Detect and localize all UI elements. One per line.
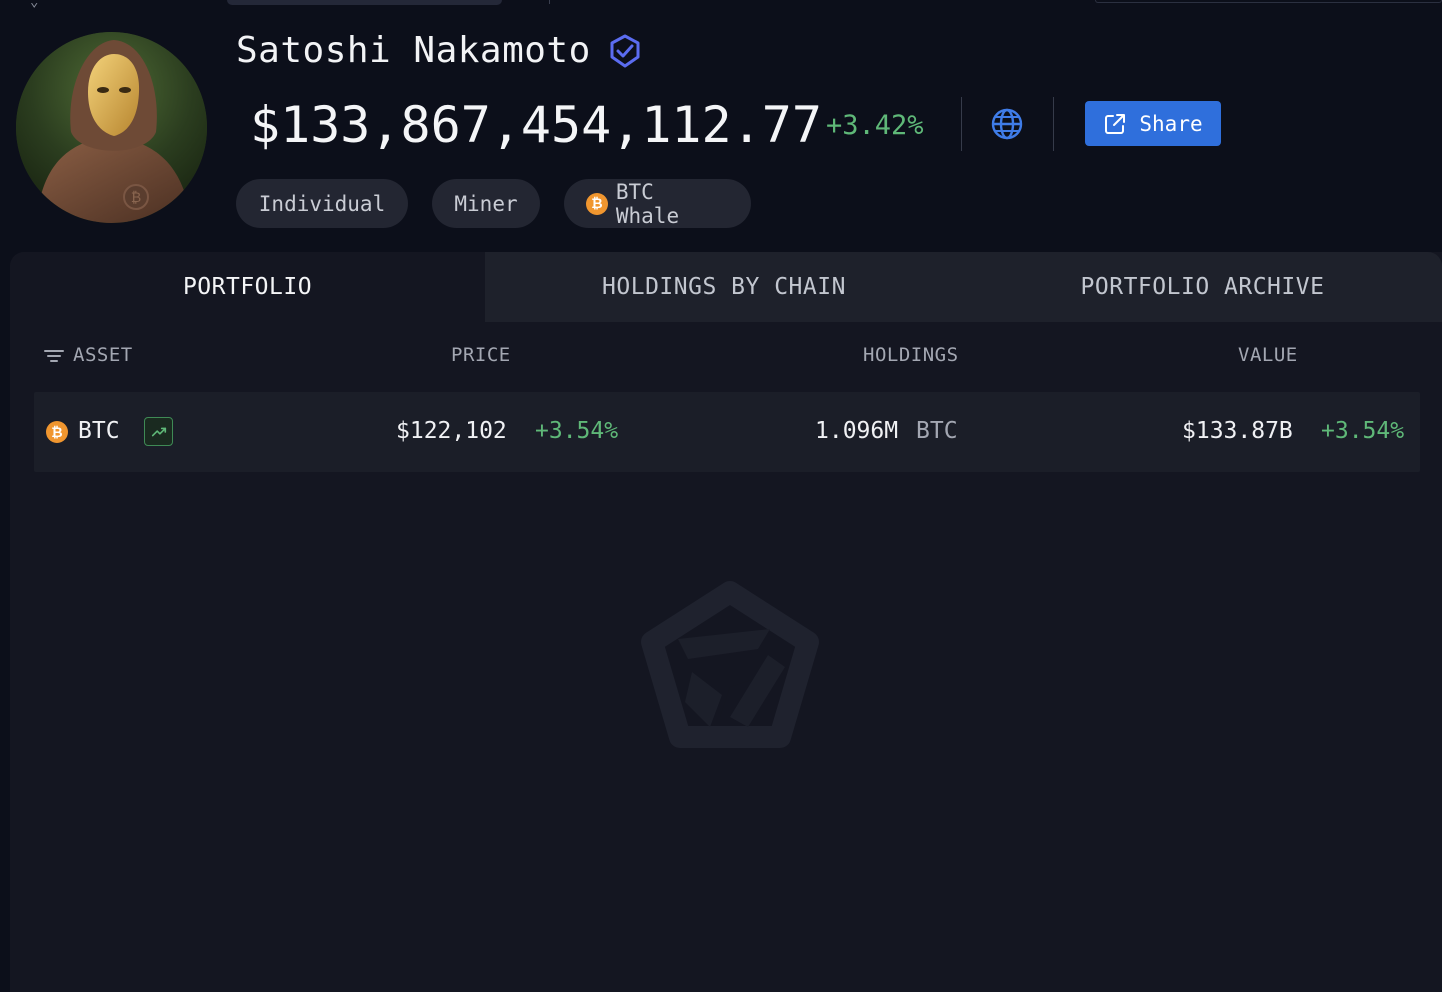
tab-bar: PORTFOLIO HOLDINGS BY CHAIN PORTFOLIO AR… [10, 252, 1442, 322]
price-change: +3.54% [535, 418, 619, 444]
svg-text:₿: ₿ [131, 190, 141, 206]
divider [1053, 97, 1054, 151]
tab-portfolio[interactable]: PORTFOLIO [10, 252, 485, 322]
trend-up-icon [151, 427, 166, 436]
external-link-icon [1105, 113, 1126, 134]
tab-label: HOLDINGS BY CHAIN [602, 274, 846, 300]
total-balance: $133,867,454,112.77 [250, 96, 822, 154]
tag-btc-whale[interactable]: ₿ BTC Whale [564, 179, 751, 228]
tag-label: Individual [258, 191, 386, 216]
top-nav-pill[interactable] [227, 0, 502, 5]
profile-header: Satoshi Nakamoto [236, 30, 643, 71]
asset-symbol[interactable]: BTC [78, 418, 120, 444]
filter-icon[interactable] [44, 348, 64, 364]
avatar: ₿ [16, 32, 207, 223]
divider [961, 97, 962, 151]
verified-badge-icon [610, 34, 640, 67]
arkham-logo-icon [641, 581, 819, 748]
tab-label: PORTFOLIO [182, 274, 313, 300]
holdings-symbol: BTC [916, 418, 958, 444]
asset-value: $133.87B [1182, 418, 1293, 444]
tab-label: PORTFOLIO ARCHIVE [1080, 274, 1325, 300]
avatar-image: ₿ [16, 32, 207, 223]
asset-holdings: 1.096M [815, 418, 899, 444]
search-input[interactable] [1095, 0, 1442, 3]
tag-individual[interactable]: Individual [236, 179, 408, 228]
column-header-value[interactable]: VALUE [1238, 344, 1298, 366]
share-label: Share [1139, 111, 1203, 136]
share-button[interactable]: Share [1085, 101, 1221, 146]
top-bar-remnant: ⌄ [0, 0, 1442, 10]
globe-icon[interactable] [989, 106, 1025, 142]
asset-price: $122,102 [396, 418, 507, 444]
tag-label: Miner [454, 191, 518, 216]
portfolio-panel: PORTFOLIO HOLDINGS BY CHAIN PORTFOLIO AR… [10, 252, 1442, 992]
column-header-holdings[interactable]: HOLDINGS [863, 344, 959, 366]
tab-holdings-by-chain[interactable]: HOLDINGS BY CHAIN [485, 252, 963, 322]
tag-label: BTC Whale [615, 179, 680, 228]
tag-list: Individual Miner ₿ BTC Whale [236, 179, 751, 228]
value-change: +3.54% [1321, 418, 1405, 444]
chart-button[interactable] [144, 417, 173, 446]
table-row[interactable]: ₿ BTC $122,102 +3.54% 1.096M BTC $133.87… [34, 392, 1420, 472]
chevron-down-icon[interactable]: ⌄ [30, 0, 38, 10]
column-header-asset[interactable]: ASSET [73, 344, 133, 366]
tag-miner[interactable]: Miner [432, 179, 540, 228]
bitcoin-icon: ₿ [586, 192, 608, 215]
bitcoin-icon: ₿ [46, 421, 68, 443]
balance-change: +3.42% [826, 110, 924, 141]
tab-portfolio-archive[interactable]: PORTFOLIO ARCHIVE [963, 252, 1442, 322]
divider [549, 0, 550, 4]
profile-name: Satoshi Nakamoto [236, 30, 591, 71]
column-header-price[interactable]: PRICE [451, 344, 511, 366]
